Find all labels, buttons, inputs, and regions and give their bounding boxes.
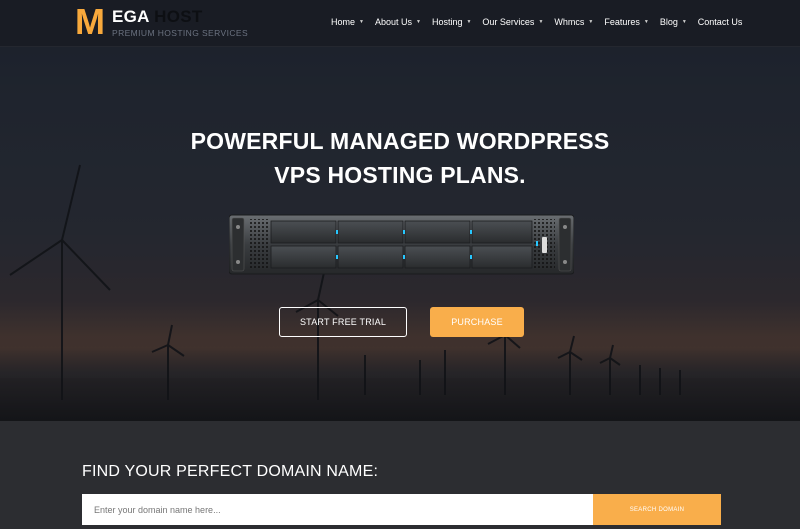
domain-search-section: FIND YOUR PERFECT DOMAIN NAME: SEARCH DO… <box>0 421 800 529</box>
search-domain-button[interactable]: SEARCH DOMAIN <box>593 494 721 525</box>
purchase-button[interactable]: PURCHASE <box>430 307 524 337</box>
nav-item-label: Whmcs <box>554 17 585 27</box>
nav-item-blog[interactable]: Blog ▼ <box>660 17 687 27</box>
nav-item-home[interactable]: Home ▼ <box>331 17 364 27</box>
nav-item-label: Blog <box>659 17 678 27</box>
nav-item-whmcs[interactable]: Whmcs ▼ <box>554 17 593 27</box>
nav-item-label: Home <box>331 17 356 27</box>
logo-word-2: HOST <box>154 7 203 26</box>
logo-wordmark: EGA HOST <box>112 8 203 26</box>
server-rack-illustration <box>229 214 574 275</box>
logo-tagline: PREMIUM HOSTING SERVICES <box>112 28 249 38</box>
nav-item-contact-us[interactable]: Contact Us <box>698 17 743 27</box>
start-free-trial-button[interactable]: START FREE TRIAL <box>279 307 407 337</box>
main-nav: Home ▼ About Us ▼ Hosting ▼ Our Services… <box>331 15 742 29</box>
site-header: M EGA HOST PREMIUM HOSTING SERVICES Home… <box>0 0 800 47</box>
chevron-down-icon: ▼ <box>681 19 687 25</box>
nav-item-label: Features <box>604 17 640 27</box>
chevron-down-icon: ▼ <box>416 19 421 25</box>
nav-item-about-us[interactable]: About Us ▼ <box>375 17 421 27</box>
nav-item-label: About Us <box>374 17 412 27</box>
nav-item-label: Our Services <box>482 17 535 27</box>
nav-item-features[interactable]: Features ▼ <box>604 17 648 27</box>
domain-search-title: FIND YOUR PERFECT DOMAIN NAME: <box>82 463 379 480</box>
nav-item-hosting[interactable]: Hosting ▼ <box>432 17 471 27</box>
hero-overlay <box>0 0 800 421</box>
logo-word-1: EGA <box>112 7 150 26</box>
chevron-down-icon: ▼ <box>466 19 472 25</box>
logo-letter: M <box>75 1 105 42</box>
chevron-down-icon: ▼ <box>588 19 594 25</box>
chevron-down-icon: ▼ <box>359 19 364 25</box>
nav-item-label: Contact Us <box>697 17 743 27</box>
domain-search-input[interactable] <box>82 494 593 525</box>
hero-headline-line-2: VPS HOSTING PLANS. <box>274 162 526 188</box>
chevron-down-icon: ▼ <box>538 19 544 25</box>
nav-item-our-services[interactable]: Our Services ▼ <box>482 17 543 27</box>
nav-item-label: Hosting <box>431 17 463 27</box>
hero-section <box>0 0 800 421</box>
chevron-down-icon: ▼ <box>643 19 649 25</box>
hero-headline-line-1: POWERFUL MANAGED WORDPRESS <box>190 128 610 154</box>
hero-headline: POWERFUL MANAGED WORDPRESS VPS HOSTING P… <box>0 124 800 192</box>
